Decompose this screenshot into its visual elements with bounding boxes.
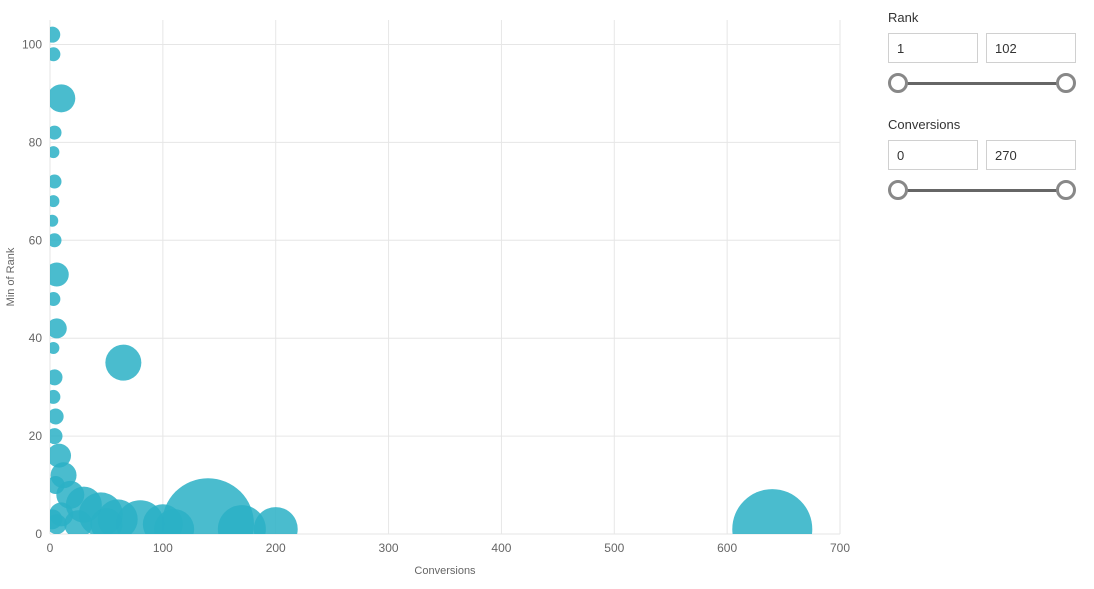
filter-rank-min-input[interactable] bbox=[888, 33, 978, 63]
filter-conversions: Conversions bbox=[888, 117, 1076, 200]
svg-text:0: 0 bbox=[47, 541, 54, 555]
slider-handle-max[interactable] bbox=[1056, 73, 1076, 93]
svg-text:0: 0 bbox=[35, 527, 42, 541]
svg-text:300: 300 bbox=[379, 541, 399, 555]
svg-text:100: 100 bbox=[153, 541, 173, 555]
filter-rank-slider[interactable] bbox=[898, 73, 1066, 93]
filter-conversions-min-input[interactable] bbox=[888, 140, 978, 170]
svg-text:600: 600 bbox=[717, 541, 737, 555]
filter-conversions-slider[interactable] bbox=[898, 180, 1066, 200]
filter-conversions-max-input[interactable] bbox=[986, 140, 1076, 170]
svg-text:400: 400 bbox=[491, 541, 511, 555]
svg-text:Min of Rank: Min of Rank bbox=[5, 247, 17, 306]
scatter-chart: 0 20 40 60 80 100 0 100 200 300 400 500 600 700 Conver… bbox=[0, 0, 870, 584]
filters-panel: Rank Conversions bbox=[870, 0, 1094, 584]
svg-text:60: 60 bbox=[29, 233, 43, 247]
filter-conversions-inputs bbox=[888, 140, 1076, 170]
svg-text:40: 40 bbox=[29, 331, 43, 345]
slider-handle-max[interactable] bbox=[1056, 180, 1076, 200]
filter-rank-max-input[interactable] bbox=[986, 33, 1076, 63]
filter-conversions-title: Conversions bbox=[888, 117, 1076, 132]
svg-text:100: 100 bbox=[22, 37, 42, 51]
slider-handle-min[interactable] bbox=[888, 180, 908, 200]
filter-rank-title: Rank bbox=[888, 10, 1076, 25]
slider-track bbox=[898, 189, 1066, 192]
svg-text:700: 700 bbox=[830, 541, 850, 555]
chart-area: 0 20 40 60 80 100 0 100 200 300 400 500 600 700 Conver… bbox=[0, 0, 870, 584]
filter-rank: Rank bbox=[888, 10, 1076, 93]
svg-text:20: 20 bbox=[29, 429, 43, 443]
svg-text:80: 80 bbox=[29, 135, 43, 149]
svg-text:500: 500 bbox=[604, 541, 624, 555]
svg-text:200: 200 bbox=[266, 541, 286, 555]
svg-text:Conversions: Conversions bbox=[414, 565, 476, 577]
slider-track bbox=[898, 82, 1066, 85]
filter-rank-inputs bbox=[888, 33, 1076, 63]
slider-handle-min[interactable] bbox=[888, 73, 908, 93]
